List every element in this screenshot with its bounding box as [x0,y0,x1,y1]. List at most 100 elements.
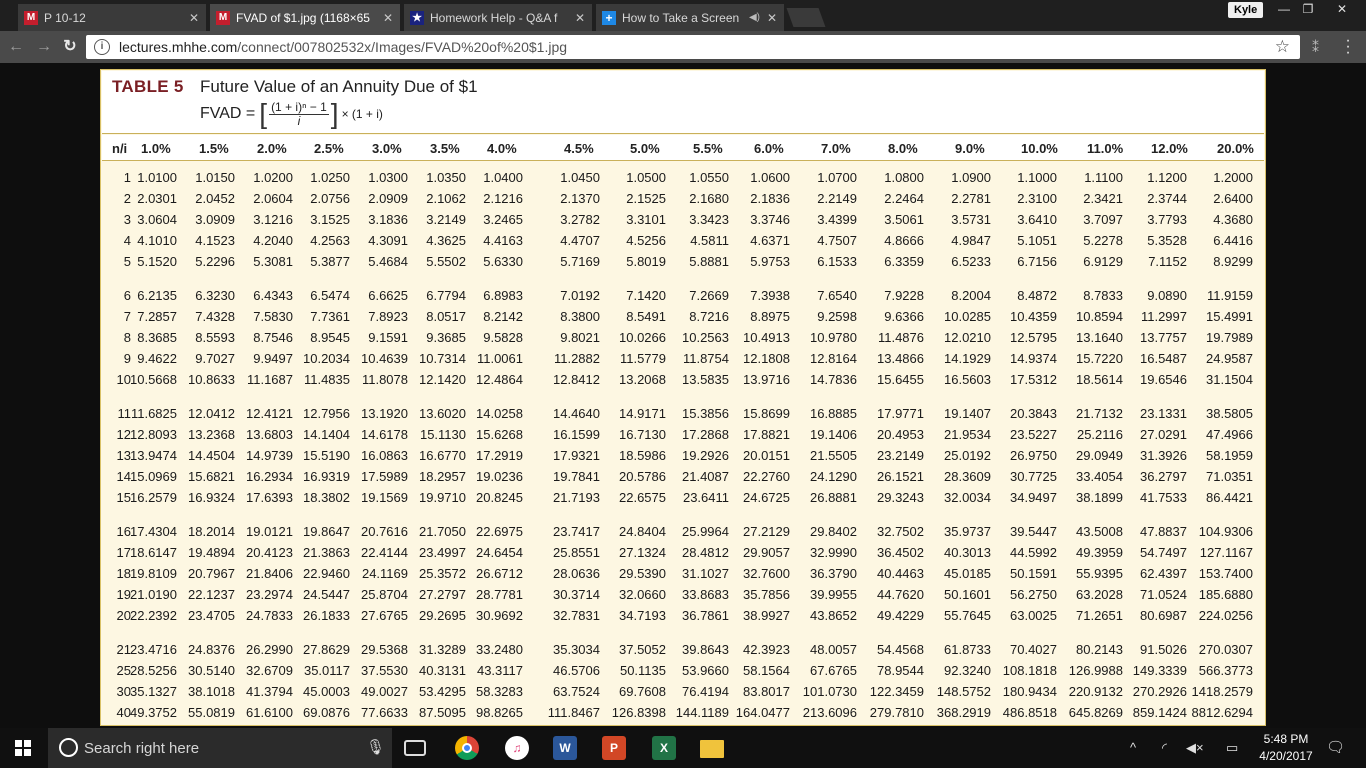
extension-icon[interactable]: ⁑ [1312,39,1319,56]
tab-p-10-12[interactable]: M P 10-12 ✕ [18,4,206,31]
battery-icon[interactable]: ▭ [1226,740,1238,756]
table-cell: 8.4872 [1017,288,1057,303]
table-cell: 144.1189 [675,705,729,720]
tab-fvad-image[interactable]: M FVAD of $1.jpg (1168×65 ✕ [210,4,400,31]
reload-icon[interactable]: ↻ [60,37,80,57]
table-cell: 40.3131 [419,663,466,678]
minimize-icon[interactable]: — [1272,0,1296,18]
system-clock[interactable]: 5:48 PM 4/20/2017 [1256,731,1316,765]
table-cell: 1.0150 [195,170,235,185]
table-cell: 7.4328 [195,309,235,324]
browser-tab-strip: M P 10-12 ✕ M FVAD of $1.jpg (1168×65 ✕ … [0,0,1366,31]
table-cell: 23.5227 [1010,427,1057,442]
table-cell: 22.4144 [361,545,408,560]
table-cell: 32.9990 [810,545,857,560]
mcgraw-m-icon: M [216,10,230,25]
row-period: 11 [117,406,132,421]
table-cell: 4.8666 [884,233,924,248]
table-cell: 15.6268 [476,427,523,442]
table-cell: 11.8754 [682,351,729,366]
table-cell: 12.8164 [810,351,857,366]
table-cell: 4.2040 [253,233,293,248]
notification-icon[interactable]: 🗨 [1326,738,1345,756]
profile-name[interactable]: Kyle [1228,2,1264,18]
address-bar[interactable]: i lectures.mhhe.com/connect/007802532x/I… [86,35,1300,59]
table-cell: 7.1420 [626,288,666,303]
tab-homework-help[interactable]: ★ Homework Help - Q&A f ✕ [404,4,592,31]
table-cell: 20.4123 [246,545,293,560]
new-tab-button[interactable] [786,8,826,27]
table-cell: 21.3863 [303,545,350,560]
table-cell: 2.0301 [137,191,177,206]
chrome-icon[interactable] [455,736,479,760]
forward-icon[interactable]: → [34,37,54,57]
close-icon[interactable]: ✕ [764,11,780,25]
close-window-icon[interactable]: ✕ [1324,0,1360,18]
task-view-icon[interactable] [404,740,426,756]
table-cell: 1.0600 [750,170,790,185]
table-body: 1 1.0100 1.0150 1.0200 1.0250 1.0300 1.0350 1.0… [102,162,1264,722]
volume-icon[interactable]: ◀× [1186,740,1204,756]
table-cell: 15.3856 [682,406,729,421]
table-cell: 180.9434 [1002,684,1057,699]
row-period: 12 [116,427,131,442]
table-cell: 20.3843 [1010,406,1057,421]
table-cell: 36.7861 [682,608,729,623]
wifi-icon[interactable]: ◜ [1162,740,1167,756]
column-header: 1.0% [141,141,171,156]
itunes-icon[interactable]: ♫ [505,736,529,760]
bookmark-star-icon[interactable]: ☆ [1275,37,1290,57]
chevron-up-icon[interactable]: ^ [1130,740,1136,755]
close-icon[interactable]: ✕ [380,11,396,25]
plus-icon: + [602,10,616,25]
back-icon[interactable]: ← [6,37,26,57]
table-cell: 46.5706 [553,663,600,678]
table-cell: 26.1521 [877,469,924,484]
tab-how-to-screenshot[interactable]: + How to Take a Screen ◀) ✕ [596,4,784,31]
table-cell: 5.7169 [560,254,600,269]
menu-dots-icon[interactable]: · · · [1340,33,1356,61]
table-cell: 101.0730 [802,684,857,699]
table-cell: 23.2149 [877,448,924,463]
table-cell: 25.0192 [944,448,991,463]
excel-icon[interactable]: X [652,736,676,760]
column-header: 9.0% [955,141,985,156]
table-cell: 54.4568 [877,642,924,657]
table-cell: 22.2760 [743,469,790,484]
table-cell: 21.0190 [130,587,177,602]
taskbar-search[interactable]: Search right here 🎙 [48,728,392,768]
speaker-icon[interactable]: ◀) [749,12,760,23]
table-cell: 32.7600 [743,566,790,581]
table-cell: 3.5061 [884,212,924,227]
word-icon[interactable]: W [553,736,577,760]
table-cell: 2.1680 [689,191,729,206]
powerpoint-icon[interactable]: P [602,736,626,760]
table-cell: 5.9753 [750,254,790,269]
mcgraw-m-icon: M [24,10,38,25]
table-cell: 32.6709 [246,663,293,678]
table-cell: 31.3289 [419,642,466,657]
table-cell: 1.0300 [368,170,408,185]
table-cell: 25.8704 [361,587,408,602]
table-cell: 44.7620 [877,587,924,602]
windows-start-icon[interactable] [15,740,31,756]
microphone-icon[interactable]: 🎙 [366,738,385,756]
table-cell: 22.6575 [619,490,666,505]
formula-lhs: FVAD = [200,105,256,122]
table-cell: 38.1899 [1076,490,1123,505]
table-cell: 14.6178 [361,427,408,442]
url-text[interactable]: lectures.mhhe.com/connect/007802532x/Ima… [119,39,567,55]
restore-icon[interactable]: ❐ [1296,0,1320,18]
table-cell: 31.3926 [1140,448,1187,463]
table-cell: 10.4359 [1010,309,1057,324]
info-icon[interactable]: i [94,39,110,55]
file-explorer-icon[interactable] [700,740,724,758]
table-cell: 21.9534 [944,427,991,442]
table-cell: 17.9321 [553,448,600,463]
table-cell: 35.0117 [303,663,350,678]
column-header: 5.0% [630,141,660,156]
close-icon[interactable]: ✕ [186,11,202,25]
table-label: TABLE 5 [112,77,184,96]
table-cell: 11.0061 [476,351,523,366]
close-icon[interactable]: ✕ [572,11,588,25]
